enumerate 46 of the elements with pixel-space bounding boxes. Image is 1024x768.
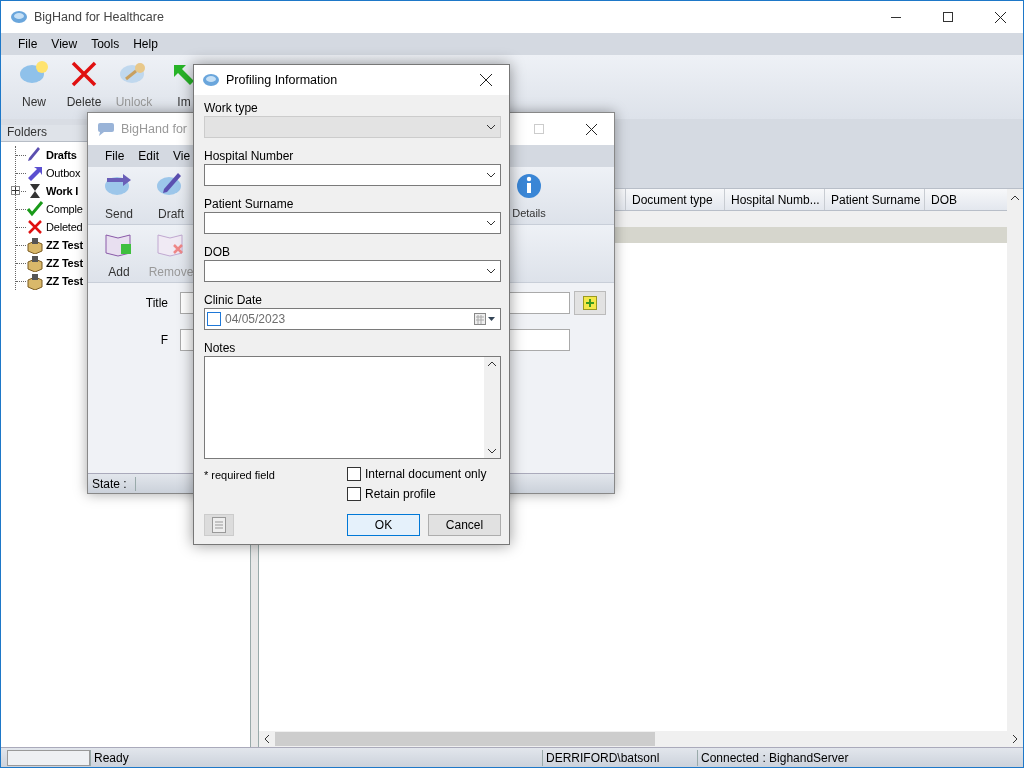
required-note: * required field (204, 468, 275, 483)
column-header[interactable]: DOB (924, 189, 1006, 210)
folder-item[interactable]: Outbox (46, 167, 81, 179)
dialog-button[interactable]: Cancel (428, 514, 501, 536)
status-text: Connected : BighandServer (697, 749, 1023, 766)
window-title: BigHand for Healthcare (34, 10, 164, 24)
folder-item[interactable]: Comple (46, 203, 83, 215)
folder-item[interactable]: ZZ Test (46, 239, 83, 251)
field-label: Clinic Date (204, 292, 263, 308)
field-label: Title (144, 296, 169, 310)
folder-item[interactable]: ZZ Test (46, 257, 83, 269)
folder-item[interactable]: Deleted (46, 221, 83, 233)
toolbar-button[interactable]: Add (94, 229, 144, 282)
column-header[interactable]: Hospital Numb... (724, 189, 824, 210)
menu-item[interactable]: File (11, 37, 45, 51)
menu-item[interactable]: Vie (166, 149, 198, 163)
dialog-button[interactable]: OK (347, 514, 420, 536)
toolbar-button[interactable]: New (9, 59, 59, 109)
field-label: DOB (204, 244, 230, 260)
status-text: State : (88, 476, 136, 491)
toolbar-button[interactable]: Delete (59, 59, 109, 109)
column-header[interactable]: Document type (625, 189, 724, 210)
field-label: Patient Surname (204, 196, 294, 212)
folder-item[interactable]: Work I (46, 185, 79, 197)
window-title: BigHand for (121, 122, 187, 136)
folder-item[interactable]: Drafts (46, 149, 77, 161)
toolbar-button[interactable]: Draft (146, 171, 196, 224)
toolbar-button[interactable]: Send (94, 171, 144, 224)
folder-item[interactable]: ZZ Test (46, 275, 83, 287)
dialog-title: Profiling Information (226, 73, 338, 87)
menu-item[interactable]: File (98, 149, 132, 163)
field-label: Work type (204, 100, 258, 116)
status-text: DERRIFORD\batsonl (542, 749, 697, 766)
column-header[interactable]: Patient Surname (824, 189, 924, 210)
menu-item[interactable]: Edit (131, 149, 167, 163)
menu-item[interactable]: Help (126, 37, 165, 51)
checkbox-label: Internal document only (365, 467, 487, 481)
date-value: 04/05/2023 (225, 312, 287, 326)
menu-item[interactable]: View (44, 37, 85, 51)
status-text: Ready (90, 749, 542, 766)
checkbox-label: Retain profile (365, 487, 436, 501)
field-label: F (159, 333, 169, 347)
date-field[interactable]: 04/05/2023 (204, 308, 501, 330)
menu-item[interactable]: Tools (84, 37, 127, 51)
field-label: Hospital Number (204, 148, 294, 164)
field-label: Notes (204, 340, 236, 356)
